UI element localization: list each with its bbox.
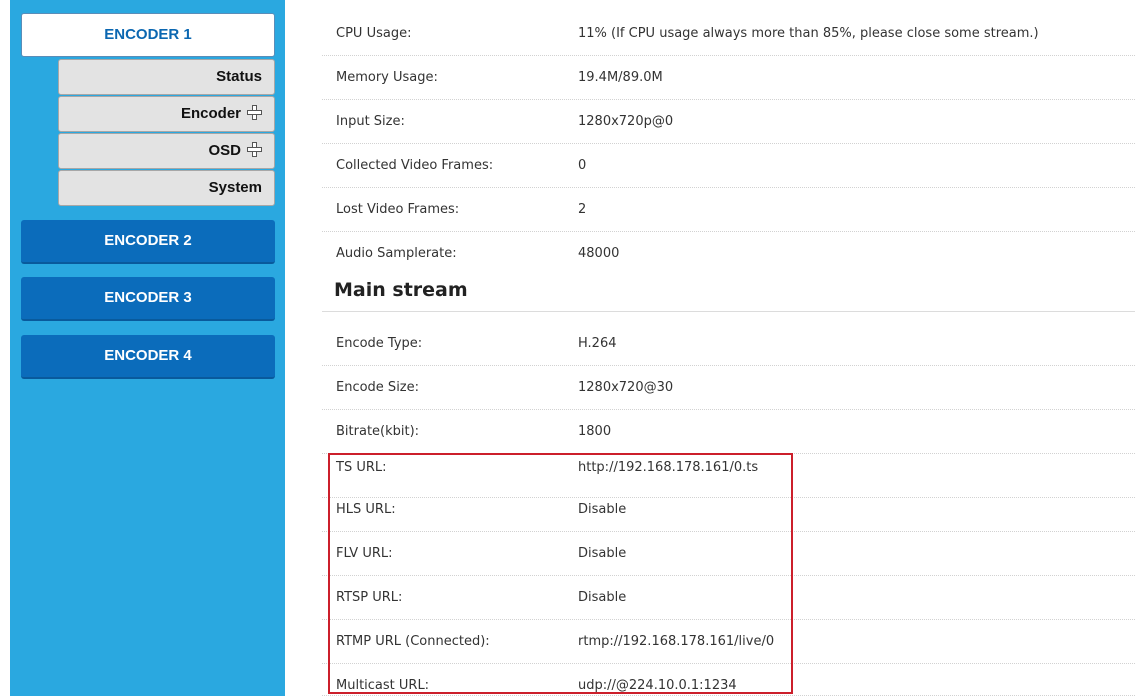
submenu-system-label: System <box>208 179 262 196</box>
row-label: Lost Video Frames: <box>336 202 460 217</box>
stream-row-encode-type: Encode Type: H.264 <box>322 322 1135 366</box>
section-divider <box>322 311 1135 312</box>
row-label: FLV URL: <box>336 546 393 561</box>
row-value: 1280x720@30 <box>578 380 674 395</box>
row-label: TS URL: <box>336 460 387 475</box>
status-row-cpu: CPU Usage: 11% (If CPU usage always more… <box>322 12 1135 56</box>
submenu-status[interactable]: Status <box>58 59 275 95</box>
row-value: Disable <box>578 590 627 605</box>
status-row-audio-samplerate: Audio Samplerate: 48000 <box>322 232 1135 276</box>
encoder-1-tab[interactable]: ENCODER 1 <box>21 13 275 57</box>
plus-icon <box>247 142 262 157</box>
row-label: Multicast URL: <box>336 678 430 693</box>
stream-row-rtsp-url: RTSP URL: Disable <box>322 576 1135 620</box>
submenu-encoder-label: Encoder <box>180 105 241 122</box>
row-label: RTMP URL (Connected): <box>336 634 490 649</box>
encoder-4-tab[interactable]: ENCODER 4 <box>21 335 275 379</box>
row-value: 19.4M/89.0M <box>578 70 663 85</box>
row-value: Disable <box>578 502 627 517</box>
stream-row-encode-size: Encode Size: 1280x720@30 <box>322 366 1135 410</box>
row-label: Memory Usage: <box>336 70 438 85</box>
encoder-2-tab[interactable]: ENCODER 2 <box>21 220 275 264</box>
plus-icon <box>247 105 262 120</box>
status-row-lost-frames: Lost Video Frames: 2 <box>322 188 1135 232</box>
row-label: Encode Type: <box>336 336 423 351</box>
main-stream-heading: Main stream <box>334 279 468 301</box>
stream-row-hls-url: HLS URL: Disable <box>322 488 1135 532</box>
encoder-3-tab[interactable]: ENCODER 3 <box>21 277 275 321</box>
row-value: 2 <box>578 202 587 217</box>
row-value: Disable <box>578 546 627 561</box>
stream-row-multicast-url: Multicast URL: udp://@224.10.0.1:1234 <box>322 664 1135 696</box>
submenu-status-label: Status <box>216 68 262 85</box>
stream-row-flv-url: FLV URL: Disable <box>322 532 1135 576</box>
row-value: rtmp://192.168.178.161/live/0 <box>578 634 775 649</box>
row-label: HLS URL: <box>336 502 396 517</box>
status-row-collected-frames: Collected Video Frames: 0 <box>322 144 1135 188</box>
status-panel: CPU Usage: 11% (If CPU usage always more… <box>322 0 1135 696</box>
status-row-input-size: Input Size: 1280x720p@0 <box>322 100 1135 144</box>
status-row-memory: Memory Usage: 19.4M/89.0M <box>322 56 1135 100</box>
row-value: 48000 <box>578 246 620 261</box>
row-value: 0 <box>578 158 587 173</box>
row-label: Collected Video Frames: <box>336 158 494 173</box>
row-value: http://192.168.178.161/0.ts <box>578 460 759 475</box>
row-label: Audio Samplerate: <box>336 246 457 261</box>
row-label: CPU Usage: <box>336 26 412 41</box>
sidebar: ENCODER 1 Status Encoder OSD System ENCO… <box>10 0 285 696</box>
stream-row-bitrate: Bitrate(kbit): 1800 <box>322 410 1135 454</box>
submenu-osd[interactable]: OSD <box>58 133 275 169</box>
row-value: 11% (If CPU usage always more than 85%, … <box>578 26 1039 41</box>
submenu-osd-label: OSD <box>208 142 241 159</box>
row-label: Input Size: <box>336 114 405 129</box>
row-label: Encode Size: <box>336 380 420 395</box>
row-value: udp://@224.10.0.1:1234 <box>578 678 737 693</box>
row-label: Bitrate(kbit): <box>336 424 420 439</box>
row-label: RTSP URL: <box>336 590 403 605</box>
row-value: 1800 <box>578 424 612 439</box>
row-value: 1280x720p@0 <box>578 114 674 129</box>
stream-row-rtmp-url: RTMP URL (Connected): rtmp://192.168.178… <box>322 620 1135 664</box>
row-value: H.264 <box>578 336 617 351</box>
submenu-encoder[interactable]: Encoder <box>58 96 275 132</box>
submenu-system[interactable]: System <box>58 170 275 206</box>
